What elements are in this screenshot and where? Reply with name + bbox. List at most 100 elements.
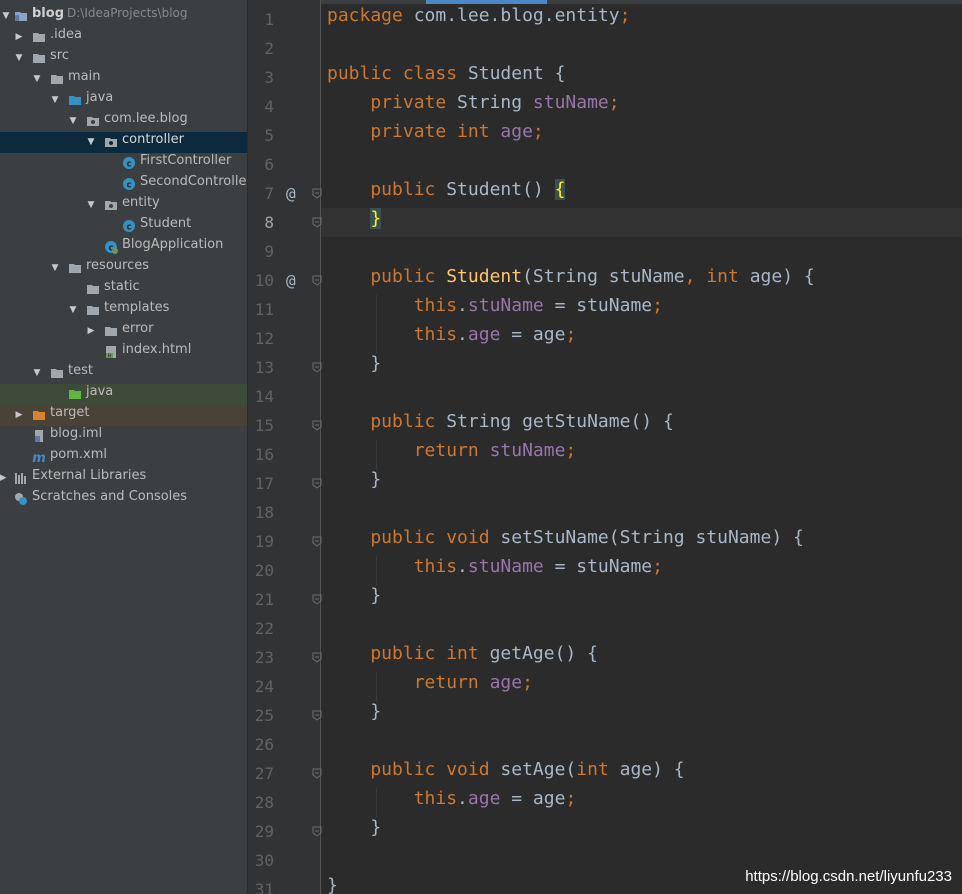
tree-row-idea[interactable]: ▶ .idea	[0, 27, 247, 48]
expand-arrow-icon[interactable]: ▼	[49, 258, 61, 279]
code-line[interactable]: this.age = age;	[327, 788, 577, 817]
line-number[interactable]: 6	[248, 150, 274, 179]
code-line[interactable]: public Student() {	[327, 179, 566, 208]
expand-arrow-icon[interactable]: ▼	[31, 363, 43, 384]
expand-arrow-icon[interactable]: ▼	[49, 90, 61, 111]
code-line[interactable]: return stuName;	[327, 440, 577, 469]
line-number[interactable]: 28	[248, 788, 274, 817]
expand-arrow-icon[interactable]: ▼	[0, 6, 12, 27]
code-line[interactable]: }	[327, 875, 338, 894]
tree-row-pom-xml[interactable]: m pom.xml	[0, 447, 247, 468]
tree-row-firstcontroller[interactable]: c FirstController	[0, 153, 247, 174]
expand-arrow-icon[interactable]: ▼	[31, 69, 43, 90]
tree-row-resources[interactable]: ▼ resources	[0, 258, 247, 279]
line-number[interactable]: 9	[248, 237, 274, 266]
fold-marker-icon[interactable]	[312, 710, 322, 721]
fold-marker-icon[interactable]	[312, 826, 322, 837]
line-number[interactable]: 18	[248, 498, 274, 527]
code-line[interactable]: }	[327, 353, 381, 382]
line-number[interactable]: 21	[248, 585, 274, 614]
collapsed-arrow-icon[interactable]: ▶	[85, 321, 97, 342]
tree-row-error[interactable]: ▶ error	[0, 321, 247, 342]
tree-row-student[interactable]: c Student	[0, 216, 247, 237]
tree-row-index-html[interactable]: H index.html	[0, 342, 247, 363]
tree-row-controller[interactable]: ▼ controller	[0, 132, 247, 153]
line-number[interactable]: 25	[248, 701, 274, 730]
line-number[interactable]: 3	[248, 63, 274, 92]
line-number[interactable]: 12	[248, 324, 274, 353]
line-number[interactable]: 7	[248, 179, 274, 208]
active-tab-indicator[interactable]	[426, 0, 547, 4]
code-line[interactable]: }	[327, 208, 382, 237]
tree-row-test-java[interactable]: java	[0, 384, 247, 405]
line-number[interactable]: 14	[248, 382, 274, 411]
line-number[interactable]: 19	[248, 527, 274, 556]
expand-arrow-icon[interactable]: ▼	[67, 111, 79, 132]
code-line[interactable]: public void setAge(int age) {	[327, 759, 684, 788]
line-number[interactable]: 20	[248, 556, 274, 585]
line-number[interactable]: 5	[248, 121, 274, 150]
line-number[interactable]: 8	[248, 208, 274, 237]
expand-arrow-icon[interactable]: ▼	[85, 132, 97, 153]
tree-row-package[interactable]: ▼ com.lee.blog	[0, 111, 247, 132]
code-line[interactable]: }	[327, 469, 381, 498]
line-number[interactable]: 31	[248, 875, 274, 894]
line-number[interactable]: 24	[248, 672, 274, 701]
code-line[interactable]: public String getStuName() {	[327, 411, 673, 440]
tree-row-target[interactable]: ▶ target	[0, 405, 247, 426]
code-line[interactable]: public int getAge() {	[327, 643, 598, 672]
line-number[interactable]: 2	[248, 34, 274, 63]
code-line[interactable]: this.age = age;	[327, 324, 577, 353]
fold-marker-icon[interactable]	[312, 652, 322, 663]
collapsed-arrow-icon[interactable]: ▶	[13, 405, 25, 426]
code-line[interactable]: this.stuName = stuName;	[327, 295, 663, 324]
code-line[interactable]: return age;	[327, 672, 533, 701]
override-marker-icon[interactable]: @	[286, 179, 296, 208]
line-number[interactable]: 30	[248, 846, 274, 875]
line-number[interactable]: 15	[248, 411, 274, 440]
fold-marker-icon[interactable]	[312, 217, 322, 228]
tree-row-templates[interactable]: ▼ templates	[0, 300, 247, 321]
line-number[interactable]: 23	[248, 643, 274, 672]
line-number[interactable]: 17	[248, 469, 274, 498]
line-number[interactable]: 29	[248, 817, 274, 846]
fold-marker-icon[interactable]	[312, 362, 322, 373]
fold-marker-icon[interactable]	[312, 536, 322, 547]
code-line[interactable]: }	[327, 817, 381, 846]
code-line[interactable]: private String stuName;	[327, 92, 619, 121]
line-number[interactable]: 4	[248, 92, 274, 121]
tree-row-java[interactable]: ▼ java	[0, 90, 247, 111]
fold-marker-icon[interactable]	[312, 478, 322, 489]
collapsed-arrow-icon[interactable]: ▶	[0, 468, 9, 489]
fold-marker-icon[interactable]	[312, 188, 322, 199]
tree-row-external-libraries[interactable]: ▶ External Libraries	[0, 468, 247, 489]
override-marker-icon[interactable]: @	[286, 266, 296, 295]
tree-row-test[interactable]: ▼ test	[0, 363, 247, 384]
fold-marker-icon[interactable]	[312, 275, 322, 286]
tree-row-main[interactable]: ▼ main	[0, 69, 247, 90]
line-number[interactable]: 27	[248, 759, 274, 788]
line-number[interactable]: 16	[248, 440, 274, 469]
code-line[interactable]: this.stuName = stuName;	[327, 556, 663, 585]
fold-marker-icon[interactable]	[312, 420, 322, 431]
expand-arrow-icon[interactable]: ▼	[67, 300, 79, 321]
code-line[interactable]: }	[327, 701, 381, 730]
tree-row-blog[interactable]: ▼ blog D:\IdeaProjects\blog	[0, 6, 247, 27]
code-line[interactable]: }	[327, 585, 381, 614]
code-editor[interactable]: 1 package com.lee.blog.entity; 2 3 public cl…	[248, 0, 962, 894]
tree-row-src[interactable]: ▼ src	[0, 48, 247, 69]
collapsed-arrow-icon[interactable]: ▶	[13, 27, 25, 48]
tree-row-scratches[interactable]: Scratches and Consoles	[0, 489, 247, 510]
tree-row-entity[interactable]: ▼ entity	[0, 195, 247, 216]
code-line[interactable]: public Student(String stuName, int age) …	[327, 266, 814, 295]
code-line[interactable]: private int age;	[327, 121, 543, 150]
tree-row-secondcontroller[interactable]: c SecondController	[0, 174, 247, 195]
line-number[interactable]: 11	[248, 295, 274, 324]
expand-arrow-icon[interactable]: ▼	[13, 48, 25, 69]
tree-row-blogapplication[interactable]: c BlogApplication	[0, 237, 247, 258]
line-number[interactable]: 13	[248, 353, 274, 382]
line-number[interactable]: 26	[248, 730, 274, 759]
line-number[interactable]: 1	[248, 5, 274, 34]
tree-row-blog-iml[interactable]: blog.iml	[0, 426, 247, 447]
code-line[interactable]: public void setStuName(String stuName) {	[327, 527, 804, 556]
